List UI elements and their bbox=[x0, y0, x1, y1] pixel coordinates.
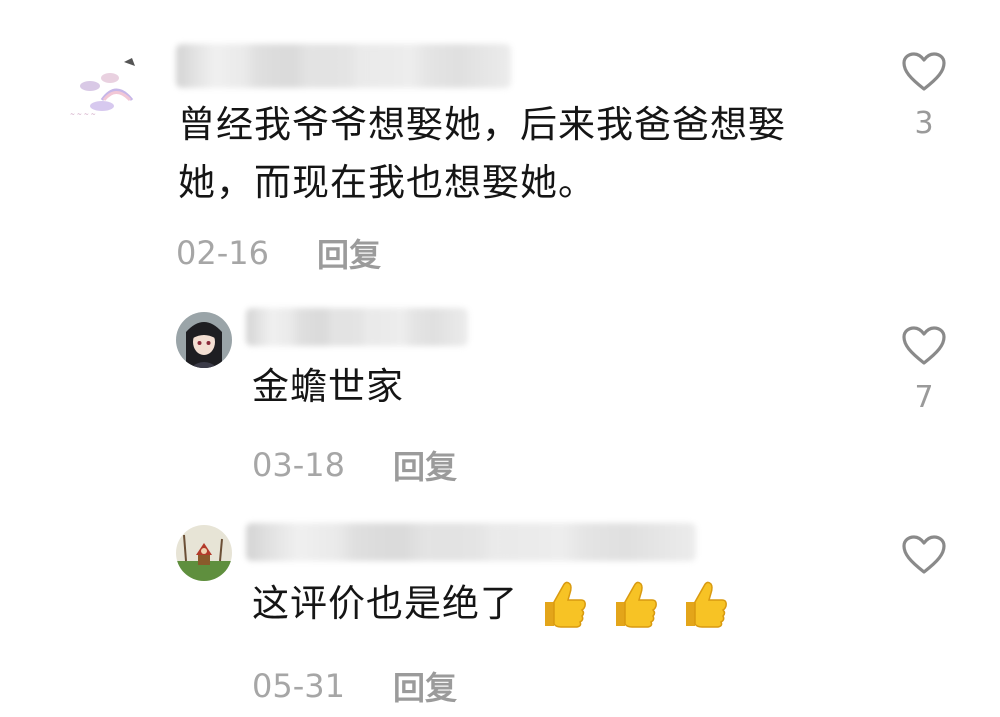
like-count: 3 bbox=[914, 106, 934, 141]
comment-text: 金蟾世家 bbox=[252, 365, 404, 408]
comment-text: 这评价也是绝了 bbox=[252, 575, 730, 633]
comment-item: 这评价也是绝了 05-31 回复 bbox=[0, 505, 1000, 717]
comment-meta: 02-16 回复 bbox=[176, 230, 381, 276]
like-control[interactable]: 7 bbox=[894, 326, 954, 415]
comment-text: 曾经我爷爷想娶她，后来我爸爸想娶 她，而现在我也想娶她。 bbox=[178, 96, 878, 212]
like-control[interactable]: 3 bbox=[894, 52, 954, 141]
reply-button[interactable]: 回复 bbox=[393, 663, 457, 709]
comment-date: 02-16 bbox=[176, 234, 269, 272]
comment-meta: 05-31 回复 bbox=[252, 663, 457, 709]
avatar[interactable]: ~ ~ ~ ~ bbox=[62, 48, 144, 130]
thumbs-up-emoji bbox=[686, 581, 728, 628]
like-count: 7 bbox=[914, 380, 934, 415]
comment-text-body: 这评价也是绝了 bbox=[252, 582, 518, 625]
username-blurred[interactable] bbox=[246, 308, 468, 346]
avatar[interactable] bbox=[176, 312, 232, 368]
reply-button[interactable]: 回复 bbox=[393, 442, 457, 488]
heart-outline-icon[interactable] bbox=[902, 535, 946, 575]
comment-date: 03-18 bbox=[252, 446, 345, 484]
reply-button[interactable]: 回复 bbox=[317, 230, 381, 276]
heart-outline-icon[interactable] bbox=[902, 326, 946, 366]
username-blurred[interactable] bbox=[246, 523, 696, 561]
comment-item: 金蟾世家 03-18 回复 7 bbox=[0, 290, 1000, 505]
like-control[interactable] bbox=[894, 535, 954, 575]
comment-date: 05-31 bbox=[252, 667, 345, 705]
username-blurred[interactable] bbox=[176, 44, 511, 88]
thumbs-up-emoji bbox=[544, 581, 586, 628]
comment-text-line: 曾经我爷爷想娶她，后来我爸爸想娶 bbox=[178, 103, 786, 146]
thumbs-up-emoji bbox=[615, 581, 657, 628]
comment-meta: 03-18 回复 bbox=[252, 442, 457, 488]
comment-item: ~ ~ ~ ~ 曾经我爷爷想娶她，后来我爸爸想娶 她，而现在我也想娶她。 02-… bbox=[0, 0, 1000, 290]
svg-text:~ ~ ~ ~: ~ ~ ~ ~ bbox=[70, 111, 96, 118]
heart-outline-icon[interactable] bbox=[902, 52, 946, 92]
comment-text-line: 她，而现在我也想娶她。 bbox=[178, 161, 596, 204]
avatar[interactable] bbox=[176, 525, 232, 581]
